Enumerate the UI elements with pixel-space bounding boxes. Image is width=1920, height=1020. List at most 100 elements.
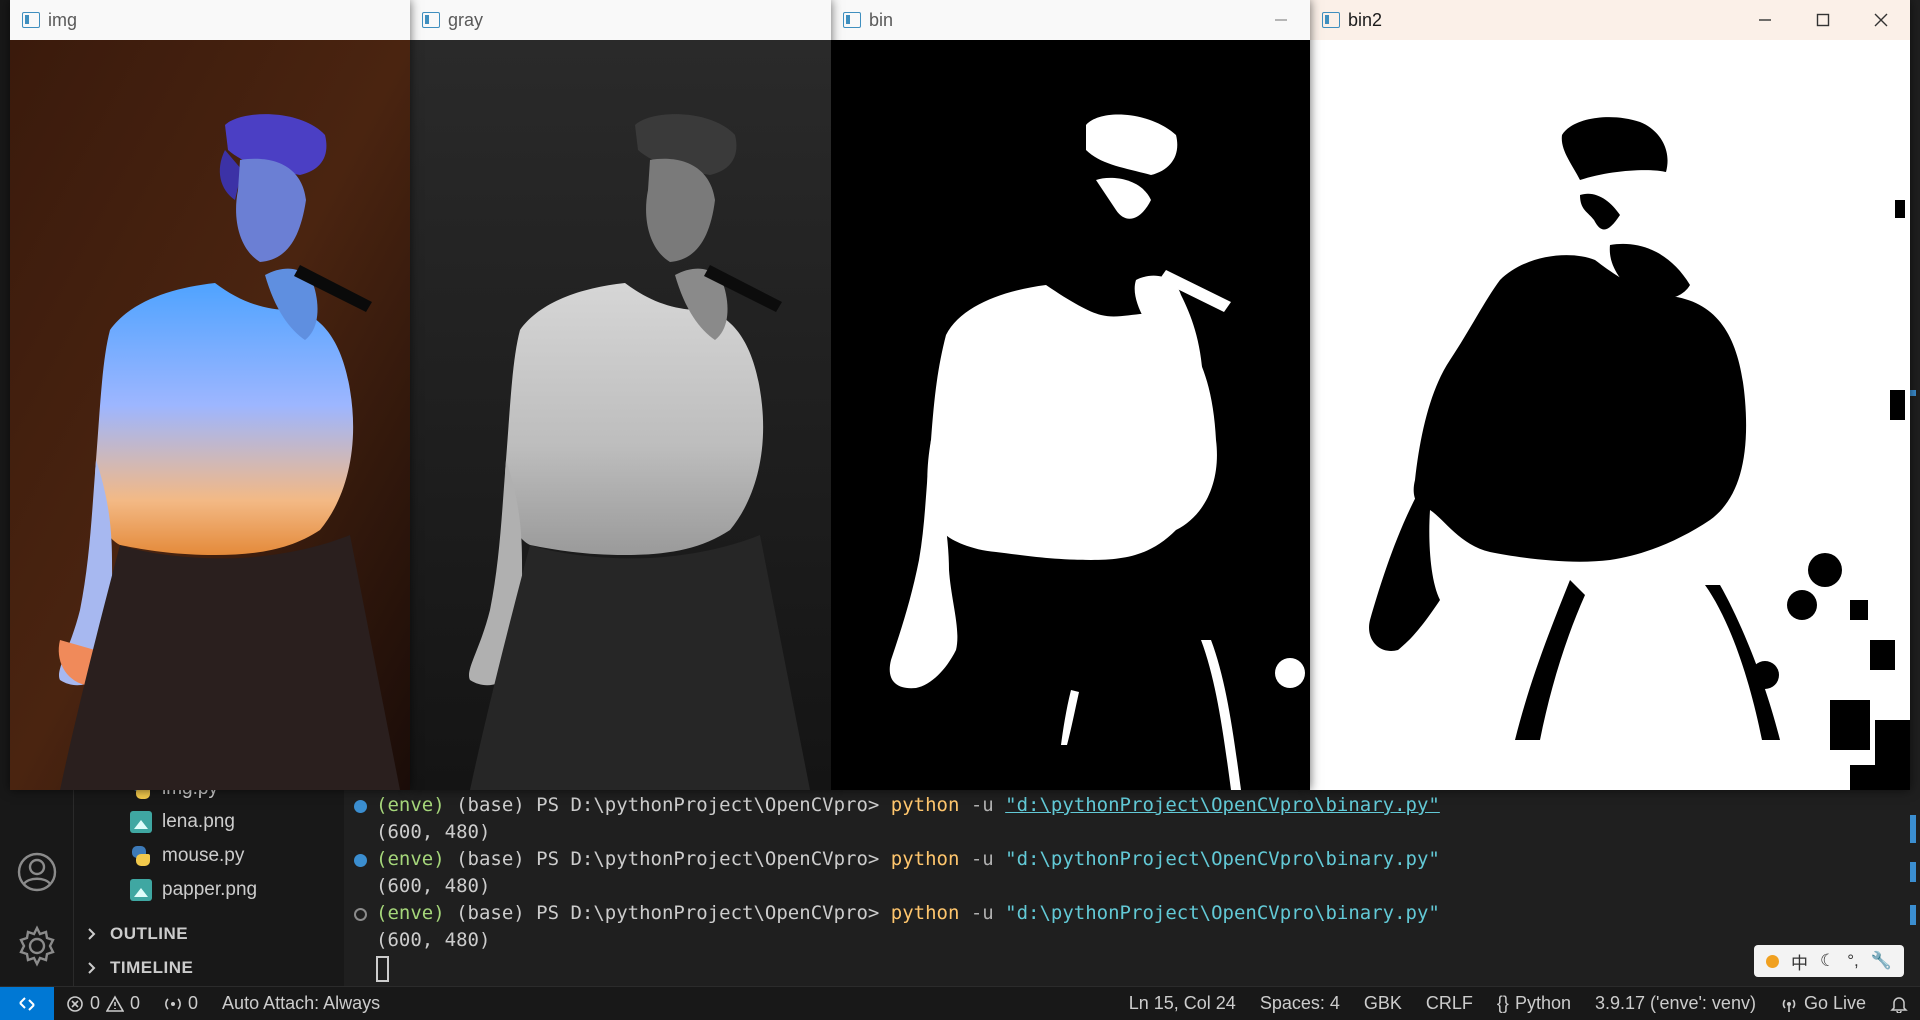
opencv-app-icon xyxy=(22,12,40,28)
timeline-section-header[interactable]: TIMELINE xyxy=(84,953,193,983)
opencv-app-icon xyxy=(843,12,861,28)
binary-figure xyxy=(831,40,1310,790)
terminal-output-line: (600, 480) xyxy=(376,929,491,951)
minimize-button[interactable] xyxy=(1736,0,1794,40)
terminal-command-line: (enve) (base) PS D:\pythonProject\OpenCV… xyxy=(376,846,1440,873)
go-live-button[interactable]: Go Live xyxy=(1768,987,1878,1020)
grayscale-image xyxy=(410,40,831,790)
command-flag: -u xyxy=(959,848,1006,870)
encoding-setting[interactable]: GBK xyxy=(1352,987,1414,1020)
braces-icon: {} xyxy=(1496,993,1509,1013)
window-titlebar[interactable]: bin xyxy=(831,0,1310,40)
file-item-papper-png[interactable]: papper.png xyxy=(130,875,257,905)
settings-gear-icon[interactable] xyxy=(15,924,59,968)
error-count: 0 xyxy=(90,993,101,1013)
scrollbar-marker xyxy=(1910,862,1916,882)
error-icon xyxy=(67,995,83,1012)
file-item-mouse-py[interactable]: mouse.py xyxy=(130,841,244,871)
minimize-icon xyxy=(1759,19,1771,21)
command: python xyxy=(890,902,960,924)
command: python xyxy=(890,848,960,870)
ime-toolbar[interactable]: 中 ☾ °, 🔧 xyxy=(1754,945,1904,977)
opencv-window-gray[interactable]: gray xyxy=(410,0,831,790)
language-mode[interactable]: {} Python xyxy=(1485,987,1583,1020)
notifications-button[interactable] xyxy=(1878,987,1920,1020)
scrollbar-marker xyxy=(1910,390,1916,396)
ports-count: 0 xyxy=(188,993,199,1013)
section-label: OUTLINE xyxy=(110,924,189,943)
window-titlebar[interactable]: gray xyxy=(410,0,831,40)
opencv-app-icon xyxy=(422,12,440,28)
binary-image xyxy=(831,40,1310,790)
command-success-dot[interactable] xyxy=(354,800,367,813)
file-item-lena-png[interactable]: lena.png xyxy=(130,807,235,837)
broadcast-icon xyxy=(165,997,181,1010)
window-title: gray xyxy=(448,9,484,30)
indentation-setting[interactable]: Spaces: 4 xyxy=(1248,987,1352,1020)
window-titlebar[interactable]: img xyxy=(10,0,410,40)
opencv-window-bin[interactable]: bin xyxy=(831,0,1310,790)
section-label: TIMELINE xyxy=(110,958,194,977)
auto-attach-status[interactable]: Auto Attach: Always xyxy=(210,987,392,1020)
scrollbar-marker xyxy=(1910,905,1916,925)
go-live-label: Go Live xyxy=(1803,993,1866,1013)
grayscale-figure xyxy=(410,40,831,790)
opencv-window-img[interactable]: img xyxy=(10,0,410,790)
terminal-cursor xyxy=(376,956,389,982)
chevron-right-icon xyxy=(88,962,96,974)
prompt: (base) PS D:\pythonProject\OpenCVpro> xyxy=(444,902,891,924)
warning-count: 0 xyxy=(130,993,141,1013)
broadcast-icon xyxy=(1782,998,1796,1012)
outline-section-header[interactable]: OUTLINE xyxy=(84,919,188,949)
maximize-icon xyxy=(1816,13,1830,27)
minimize-button[interactable] xyxy=(1252,0,1310,40)
language-label: Python xyxy=(1514,993,1571,1013)
command-flag: -u xyxy=(959,794,1006,816)
command-success-dot[interactable] xyxy=(354,854,367,867)
punctuation-icon[interactable]: °, xyxy=(1847,951,1859,971)
command-arg-link[interactable]: "d:\pythonProject\OpenCVpro\binary.py" xyxy=(1005,794,1440,816)
terminal-command-line: (enve) (base) PS D:\pythonProject\OpenCV… xyxy=(376,792,1440,819)
terminal-panel[interactable]: (enve) (base) PS D:\pythonProject\OpenCV… xyxy=(344,786,1920,986)
remote-window-button[interactable] xyxy=(0,986,54,1020)
eol-setting[interactable]: CRLF xyxy=(1414,987,1485,1020)
moon-icon[interactable]: ☾ xyxy=(1820,951,1835,971)
opencv-app-icon xyxy=(1322,12,1340,28)
color-image xyxy=(10,40,410,790)
terminal-output-line: (600, 480) xyxy=(376,821,491,843)
command-arg: "d:\pythonProject\OpenCVpro\binary.py" xyxy=(1005,902,1440,924)
command-flag: -u xyxy=(959,902,1006,924)
wrench-icon[interactable]: 🔧 xyxy=(1871,951,1892,971)
scrollbar-marker xyxy=(1910,815,1916,843)
terminal-output-line: (600, 480) xyxy=(376,875,491,897)
env-name: (enve) xyxy=(376,902,445,924)
remote-icon xyxy=(19,996,35,1011)
binary-inverted-figure xyxy=(1310,40,1910,790)
image-file-icon xyxy=(130,811,152,833)
command-arg: "d:\pythonProject\OpenCVpro\binary.py" xyxy=(1005,848,1440,870)
chevron-right-icon xyxy=(88,928,96,940)
binary-inverted-image xyxy=(1310,40,1910,790)
file-name: lena.png xyxy=(162,811,235,832)
account-icon[interactable] xyxy=(15,850,59,894)
problems-indicator[interactable]: 0 0 xyxy=(54,987,152,1020)
maximize-button[interactable] xyxy=(1794,0,1852,40)
ime-mode-label[interactable]: 中 xyxy=(1791,949,1808,974)
cursor-position[interactable]: Ln 15, Col 24 xyxy=(1117,987,1248,1020)
python-interpreter[interactable]: 3.9.17 ('enve': venv) xyxy=(1583,987,1768,1020)
status-bar: 0 0 0 Auto Attach: Always Ln 15, Col 24 … xyxy=(0,986,1920,1020)
python-file-icon xyxy=(130,845,152,867)
ports-indicator[interactable]: 0 xyxy=(152,987,210,1020)
minimize-icon xyxy=(1275,19,1287,21)
bell-icon xyxy=(1890,996,1908,1013)
close-button[interactable] xyxy=(1852,0,1910,40)
file-name: mouse.py xyxy=(162,845,245,866)
command-running-dot[interactable] xyxy=(354,908,367,921)
opencv-window-bin2[interactable]: bin2 xyxy=(1310,0,1910,790)
window-title: bin xyxy=(869,9,894,30)
command: python xyxy=(890,794,960,816)
env-name: (enve) xyxy=(376,794,445,816)
warning-icon xyxy=(106,994,125,1012)
close-icon xyxy=(1874,13,1888,27)
prompt: (base) PS D:\pythonProject\OpenCVpro> xyxy=(444,848,891,870)
